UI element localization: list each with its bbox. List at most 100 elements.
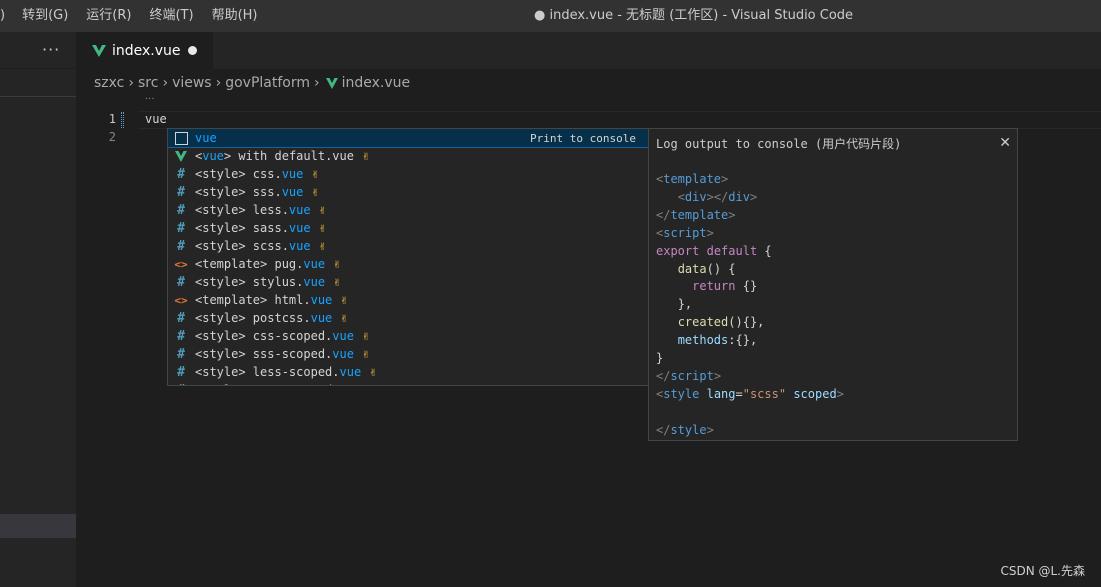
- suggest-item-label: vue: [195, 131, 217, 145]
- suggest-item[interactable]: # <style> postcss.vue ✌: [168, 309, 648, 327]
- hash-icon: #: [177, 166, 185, 182]
- snippet-icon: [174, 131, 188, 145]
- suggest-item[interactable]: <> <template> html.vue ✌: [168, 291, 648, 309]
- suggest-item-label: <template> html.vue: [195, 293, 333, 307]
- suggest-item[interactable]: <vue> with default.vue ✌: [168, 147, 648, 165]
- victory-hand-icon: ✌: [361, 347, 370, 361]
- breadcrumb-item-views[interactable]: views: [172, 75, 212, 91]
- template-icon: <>: [174, 257, 188, 271]
- sidebar-divider: [0, 96, 76, 97]
- hash-icon: #: [177, 220, 185, 236]
- folded-region-marker: ···: [145, 94, 155, 105]
- breadcrumb-item-index-vue[interactable]: index.vue: [342, 75, 411, 91]
- hash-icon: #: [177, 184, 185, 200]
- sidebar-selected-item[interactable]: [0, 514, 76, 538]
- menu-item-run[interactable]: 运行(R): [77, 0, 140, 32]
- chevron-right-icon: ›: [215, 75, 222, 91]
- menu-item-help[interactable]: 帮助(H): [203, 0, 267, 32]
- vue-file-icon: [92, 44, 106, 57]
- breadcrumb-item-src[interactable]: src: [138, 75, 158, 91]
- menu-item-go[interactable]: 转到(G): [13, 0, 77, 32]
- editor-tab-bar: index.vue: [76, 32, 1101, 69]
- tab-index-vue[interactable]: index.vue: [76, 32, 213, 69]
- breadcrumb-item-szxc[interactable]: szxc: [94, 75, 124, 91]
- suggest-item[interactable]: # <style> css-scoped.vue ✌: [168, 327, 648, 345]
- victory-hand-icon: ✌: [311, 167, 319, 181]
- suggest-list: <vue> with default.vue ✌ # <style> css.vue ✌…: [168, 147, 648, 386]
- suggest-item[interactable]: # <style> less-scoped.vue ✌: [168, 363, 648, 381]
- template-icon: <>: [174, 293, 188, 307]
- close-icon[interactable]: ✕: [999, 135, 1011, 151]
- vue-icon: [174, 149, 188, 163]
- vue-file-icon: [325, 76, 338, 89]
- suggest-item[interactable]: # <style> css.vue ✌: [168, 165, 648, 183]
- victory-hand-icon: ✌: [369, 383, 376, 385]
- sidebar-header: ···: [0, 32, 76, 69]
- victory-hand-icon: ✌: [369, 365, 377, 379]
- code-line-1[interactable]: vue: [145, 112, 167, 126]
- menu-item-terminal[interactable]: 终端(T): [140, 0, 202, 32]
- watermark: CSDN @L.先森: [1000, 564, 1085, 578]
- hash-icon: #: [177, 328, 185, 344]
- more-actions-icon[interactable]: ···: [42, 40, 60, 59]
- suggest-item[interactable]: <> <template> pug.vue ✌: [168, 255, 648, 273]
- suggest-item-label: <style> less-scoped.vue: [195, 365, 362, 379]
- breadcrumb-item-govplatform[interactable]: govPlatform: [225, 75, 310, 91]
- suggest-item[interactable]: # <style> sass.vue ✌: [168, 219, 648, 237]
- current-line-highlight: [138, 111, 1101, 129]
- victory-hand-icon: ✌: [361, 329, 370, 343]
- victory-hand-icon: ✌: [318, 203, 326, 217]
- suggest-item-label: <style> scss.vue: [195, 239, 311, 253]
- title-bar: ) 转到(G) 运行(R) 终端(T) 帮助(H) ● index.vue - …: [0, 0, 1101, 32]
- suggest-item-label: <template> pug.vue: [195, 257, 326, 271]
- hash-icon: #: [174, 383, 188, 386]
- details-title: Log output to console (用户代码片段): [656, 137, 902, 151]
- suggest-item[interactable]: # <style> stylus.vue ✌: [168, 273, 648, 291]
- suggest-widget: vue Print to console <vue> with default.…: [167, 128, 649, 386]
- suggest-item-detail: Print to console: [530, 131, 636, 145]
- sidebar: ···: [0, 32, 76, 587]
- hash-icon: #: [177, 274, 185, 290]
- tab-label: index.vue: [112, 42, 181, 59]
- victory-hand-icon: ✌: [318, 239, 326, 253]
- hash-icon: #: [177, 310, 185, 326]
- victory-hand-icon: ✌: [340, 311, 348, 325]
- victory-hand-icon: ✌: [311, 185, 319, 199]
- suggest-item[interactable]: # <style> less.vue ✌: [168, 201, 648, 219]
- suggest-item-label: <style> sass-scoped.vue: [195, 383, 361, 385]
- chevron-right-icon: ›: [314, 75, 320, 91]
- hash-icon: #: [177, 238, 185, 254]
- victory-hand-icon: ✌: [361, 149, 370, 163]
- suggest-item-label: <vue> with default.vue: [195, 149, 354, 163]
- suggest-details-pane: Log output to console (用户代码片段) ✕ <templa…: [648, 128, 1018, 441]
- chevron-right-icon: ›: [162, 75, 169, 91]
- line-number: 1: [108, 112, 116, 126]
- menu-item-view-partial[interactable]: ): [0, 0, 13, 32]
- suggest-item-label: <style> sass.vue: [195, 221, 311, 235]
- chevron-right-icon: ›: [128, 75, 134, 91]
- suggest-item-label: <style> css.vue: [195, 167, 304, 181]
- victory-hand-icon: ✌: [318, 221, 326, 235]
- breadcrumb: szxc › src › views › govPlatform › index…: [94, 69, 410, 97]
- suggest-item-label: <style> sss-scoped.vue: [195, 347, 354, 361]
- dirty-diff-marker: [121, 112, 124, 128]
- victory-hand-icon: ✌: [333, 257, 341, 271]
- suggest-item-label: <style> postcss.vue: [195, 311, 333, 325]
- suggest-item[interactable]: # <style> scss.vue ✌: [168, 237, 648, 255]
- suggest-item[interactable]: # <style> sss-scoped.vue ✌: [168, 345, 648, 363]
- menu-bar: ) 转到(G) 运行(R) 终端(T) 帮助(H): [0, 0, 267, 32]
- suggest-item-label: <style> sss.vue: [195, 185, 304, 199]
- hash-icon: #: [177, 364, 185, 380]
- victory-hand-icon: ✌: [340, 293, 348, 307]
- suggest-item[interactable]: # <style> sss.vue ✌: [168, 183, 648, 201]
- suggest-item-label: <style> css-scoped.vue: [195, 329, 354, 343]
- hash-icon: #: [177, 202, 185, 218]
- unsaved-dot-icon[interactable]: [188, 46, 197, 55]
- window-title: ● index.vue - 无标题 (工作区) - Visual Studio …: [534, 8, 854, 23]
- suggest-item-label: <style> stylus.vue: [195, 275, 326, 289]
- snippet-preview: <template> <div></div> </template> <scri…: [656, 172, 844, 437]
- suggest-item-selected[interactable]: vue Print to console: [168, 129, 648, 148]
- victory-hand-icon: ✌: [333, 275, 341, 289]
- suggest-item[interactable]: # <style> sass-scoped.vue ✌: [168, 381, 648, 386]
- line-number: 2: [108, 130, 116, 144]
